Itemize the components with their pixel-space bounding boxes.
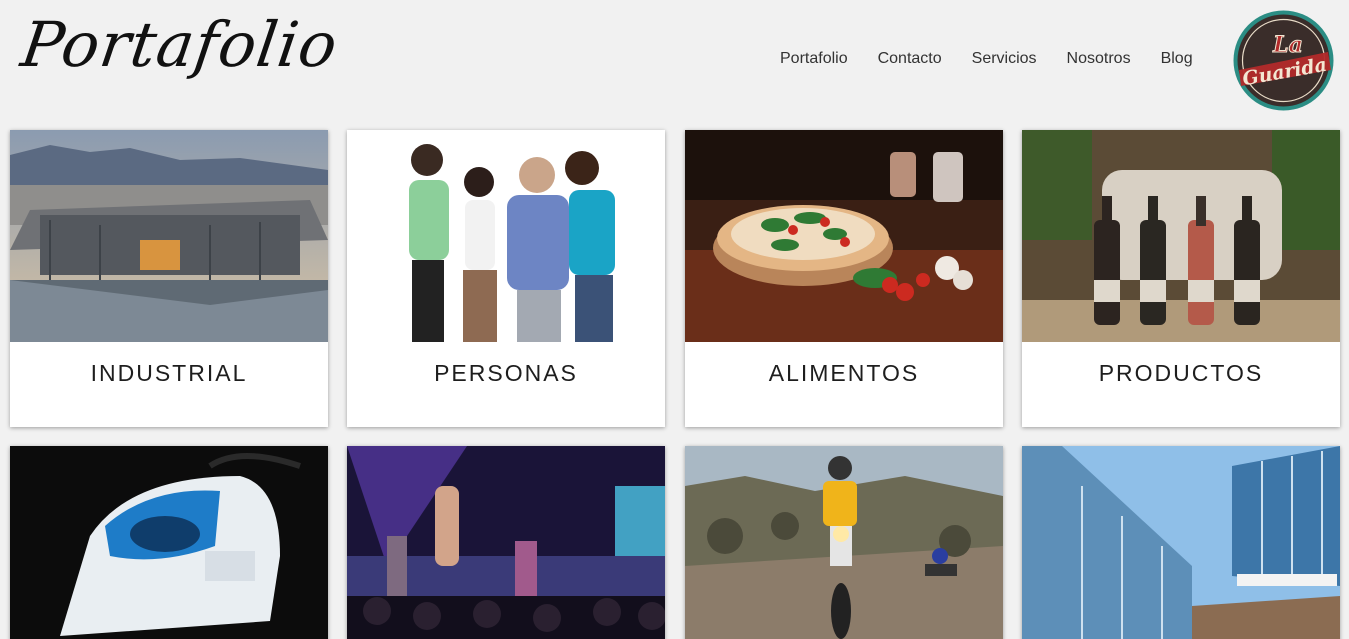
industrial-plant-image bbox=[10, 130, 328, 342]
badge-text-la: La bbox=[1272, 32, 1303, 58]
card-concert[interactable] bbox=[347, 446, 665, 639]
main-nav: Portafolio Contacto Servicios Nosotros B… bbox=[780, 50, 1193, 68]
nav-item-portafolio[interactable]: Portafolio bbox=[780, 50, 848, 68]
card-productos[interactable]: PRODUCTOS bbox=[1022, 130, 1340, 427]
card-label-alimentos: ALIMENTOS bbox=[768, 360, 920, 386]
people-group-image bbox=[347, 130, 665, 342]
pizza-image bbox=[685, 130, 1003, 342]
card-label-productos: PRODUCTOS bbox=[1098, 360, 1264, 386]
steam-iron-image bbox=[10, 446, 328, 639]
building-pool-image bbox=[1022, 446, 1340, 639]
card-alimentos[interactable]: ALIMENTOS bbox=[685, 130, 1003, 427]
card-industrial[interactable]: INDUSTRIAL bbox=[10, 130, 328, 427]
card-label-personas: PERSONAS bbox=[434, 360, 578, 386]
card-steam-iron[interactable] bbox=[10, 446, 328, 639]
card-building-pool[interactable] bbox=[1022, 446, 1340, 639]
nav-item-contacto[interactable]: Contacto bbox=[878, 50, 942, 68]
nav-item-blog[interactable]: Blog bbox=[1161, 50, 1193, 68]
nav-item-servicios[interactable]: Servicios bbox=[972, 50, 1037, 68]
site-header: Portafolio Portafolio Contacto Servicios… bbox=[0, 0, 1349, 125]
site-logo[interactable]: Portafolio bbox=[17, 8, 343, 81]
concert-image bbox=[347, 446, 665, 639]
card-label-industrial: INDUSTRIAL bbox=[90, 360, 248, 386]
nav-item-nosotros[interactable]: Nosotros bbox=[1067, 50, 1131, 68]
la-guarida-badge-logo[interactable]: La Guarida bbox=[1233, 10, 1334, 111]
card-personas[interactable]: PERSONAS bbox=[347, 130, 665, 427]
wine-bottles-image bbox=[1022, 130, 1340, 342]
motocross-image bbox=[685, 446, 1003, 639]
card-motocross[interactable] bbox=[685, 446, 1003, 639]
